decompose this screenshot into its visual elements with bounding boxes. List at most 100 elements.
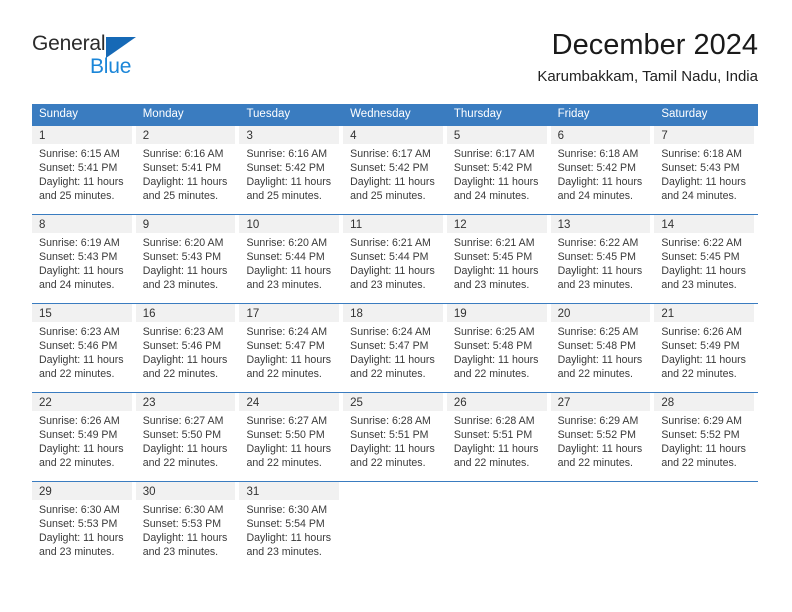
sunrise-text: Sunrise: 6:18 AM [661, 148, 742, 160]
day-number: 1 [39, 130, 46, 142]
day-cell[interactable]: 8 Sunrise: 6:19 AM Sunset: 5:43 PM Dayli… [32, 215, 136, 303]
sunrise-text: Sunrise: 6:27 AM [246, 415, 328, 427]
daylight-text: Daylight: 11 hours and 23 minutes. [453, 265, 539, 291]
sunset-text: Sunset: 5:50 PM [142, 429, 222, 441]
day-number-band: 3 [239, 126, 340, 144]
day-number: 25 [350, 397, 363, 409]
sunset-text: Sunset: 5:52 PM [661, 429, 740, 441]
sunrise-text: Sunrise: 6:23 AM [39, 326, 120, 338]
day-number: 21 [661, 308, 675, 320]
day-cell[interactable]: 29 Sunrise: 6:30 AM Sunset: 5:53 PM Dayl… [32, 482, 136, 570]
day-cell[interactable]: 7 Sunrise: 6:18 AM Sunset: 5:43 PM Dayli… [654, 126, 758, 214]
sunrise-text: Sunrise: 6:26 AM [661, 326, 742, 338]
weekday-header-thursday: Thursday [453, 108, 502, 120]
day-number-band: 15 [32, 304, 132, 322]
day-number: 24 [246, 397, 260, 409]
day-number: 17 [246, 308, 260, 320]
sunset-text: Sunset: 5:50 PM [246, 429, 325, 441]
sunrise-text: Sunrise: 6:22 AM [557, 237, 639, 249]
general-blue-logo: General Blue [32, 32, 162, 88]
sunrise-text: Sunrise: 6:24 AM [350, 326, 431, 338]
day-cell[interactable]: 26 Sunrise: 6:28 AM Sunset: 5:51 PM Dayl… [446, 393, 551, 481]
day-number: 7 [661, 130, 668, 142]
sunrise-text: Sunrise: 6:24 AM [246, 326, 328, 338]
day-cell[interactable]: 20 Sunrise: 6:25 AM Sunset: 5:48 PM Dayl… [550, 304, 655, 392]
day-details: Sunrise: 6:30 AM Sunset: 5:53 PM Dayligh… [32, 500, 132, 559]
day-cell[interactable]: 3 Sunrise: 6:16 AM Sunset: 5:42 PM Dayli… [239, 126, 343, 214]
day-number-band: 28 [654, 393, 755, 411]
daylight-text: Daylight: 11 hours and 23 minutes. [246, 265, 332, 291]
day-number-band: 7 [654, 126, 755, 144]
sunrise-text: Sunrise: 6:17 AM [453, 148, 535, 160]
week-row: 15 Sunrise: 6:23 AM Sunset: 5:46 PM Dayl… [32, 303, 758, 392]
sunrise-text: Sunrise: 6:19 AM [39, 237, 120, 249]
sunset-text: Sunset: 5:42 PM [453, 162, 533, 174]
sunrise-text: Sunrise: 6:21 AM [350, 237, 431, 249]
daylight-text: Daylight: 11 hours and 23 minutes. [661, 265, 746, 291]
day-details: Sunrise: 6:18 AM Sunset: 5:43 PM Dayligh… [654, 144, 754, 203]
day-cell[interactable]: 22 Sunrise: 6:26 AM Sunset: 5:49 PM Dayl… [32, 393, 136, 481]
day-cell[interactable]: 31 Sunrise: 6:30 AM Sunset: 5:54 PM Dayl… [239, 482, 343, 570]
day-cell[interactable]: 9 Sunrise: 6:20 AM Sunset: 5:43 PM Dayli… [135, 215, 240, 303]
daylight-text: Daylight: 11 hours and 23 minutes. [39, 532, 124, 558]
day-cell-empty [654, 482, 758, 570]
day-number-band: 6 [550, 126, 651, 144]
day-cell[interactable]: 10 Sunrise: 6:20 AM Sunset: 5:44 PM Dayl… [239, 215, 343, 303]
day-number-band: 12 [446, 215, 547, 233]
day-cell[interactable]: 6 Sunrise: 6:18 AM Sunset: 5:42 PM Dayli… [550, 126, 655, 214]
weekday-header-tuesday: Tuesday [246, 108, 291, 120]
day-cell[interactable]: 4 Sunrise: 6:17 AM Sunset: 5:42 PM Dayli… [343, 126, 447, 214]
day-number-band: 4 [343, 126, 443, 144]
day-cell[interactable]: 2 Sunrise: 6:16 AM Sunset: 5:41 PM Dayli… [135, 126, 240, 214]
day-cell[interactable]: 25 Sunrise: 6:28 AM Sunset: 5:51 PM Dayl… [343, 393, 447, 481]
day-cell[interactable]: 13 Sunrise: 6:22 AM Sunset: 5:45 PM Dayl… [550, 215, 655, 303]
day-cell[interactable]: 30 Sunrise: 6:30 AM Sunset: 5:53 PM Dayl… [135, 482, 240, 570]
day-cell[interactable]: 14 Sunrise: 6:22 AM Sunset: 5:45 PM Dayl… [654, 215, 758, 303]
day-number: 31 [246, 486, 260, 498]
day-cell[interactable]: 5 Sunrise: 6:17 AM Sunset: 5:42 PM Dayli… [446, 126, 551, 214]
sunset-text: Sunset: 5:41 PM [39, 162, 118, 174]
day-details: Sunrise: 6:28 AM Sunset: 5:51 PM Dayligh… [343, 411, 443, 470]
calendar-grid: Sunday Monday Tuesday Wednesday Thursday… [32, 104, 758, 570]
day-cell[interactable]: 23 Sunrise: 6:27 AM Sunset: 5:50 PM Dayl… [135, 393, 240, 481]
daylight-text: Daylight: 11 hours and 22 minutes. [350, 443, 435, 469]
sunset-text: Sunset: 5:51 PM [350, 429, 429, 441]
day-details: Sunrise: 6:26 AM Sunset: 5:49 PM Dayligh… [32, 411, 132, 470]
sunrise-text: Sunrise: 6:26 AM [39, 415, 120, 427]
day-cell[interactable]: 24 Sunrise: 6:27 AM Sunset: 5:50 PM Dayl… [239, 393, 343, 481]
day-number: 11 [350, 219, 363, 231]
day-details: Sunrise: 6:18 AM Sunset: 5:42 PM Dayligh… [551, 144, 651, 203]
day-cell[interactable]: 18 Sunrise: 6:24 AM Sunset: 5:47 PM Dayl… [343, 304, 447, 392]
day-cell[interactable]: 15 Sunrise: 6:23 AM Sunset: 5:46 PM Dayl… [32, 304, 136, 392]
day-details: Sunrise: 6:25 AM Sunset: 5:48 PM Dayligh… [447, 322, 547, 381]
daylight-text: Daylight: 11 hours and 22 minutes. [142, 354, 228, 380]
day-number-band: 14 [654, 215, 755, 233]
day-cell[interactable]: 1 Sunrise: 6:15 AM Sunset: 5:41 PM Dayli… [32, 126, 136, 214]
day-details: Sunrise: 6:29 AM Sunset: 5:52 PM Dayligh… [654, 411, 754, 470]
sunset-text: Sunset: 5:53 PM [39, 518, 118, 530]
day-cell[interactable]: 21 Sunrise: 6:26 AM Sunset: 5:49 PM Dayl… [654, 304, 758, 392]
day-cell[interactable]: 19 Sunrise: 6:25 AM Sunset: 5:48 PM Dayl… [446, 304, 551, 392]
sunset-text: Sunset: 5:43 PM [661, 162, 740, 174]
day-cell[interactable]: 16 Sunrise: 6:23 AM Sunset: 5:46 PM Dayl… [135, 304, 240, 392]
sunrise-text: Sunrise: 6:30 AM [142, 504, 224, 516]
sunset-text: Sunset: 5:42 PM [246, 162, 325, 174]
sunrise-text: Sunrise: 6:20 AM [246, 237, 328, 249]
day-details: Sunrise: 6:27 AM Sunset: 5:50 PM Dayligh… [136, 411, 236, 470]
day-details: Sunrise: 6:28 AM Sunset: 5:51 PM Dayligh… [447, 411, 547, 470]
day-cell[interactable]: 28 Sunrise: 6:29 AM Sunset: 5:52 PM Dayl… [654, 393, 758, 481]
sunrise-text: Sunrise: 6:27 AM [142, 415, 224, 427]
day-number: 28 [661, 397, 675, 409]
sunrise-text: Sunrise: 6:30 AM [39, 504, 120, 516]
day-cell[interactable]: 12 Sunrise: 6:21 AM Sunset: 5:45 PM Dayl… [446, 215, 551, 303]
daylight-text: Daylight: 11 hours and 25 minutes. [350, 176, 435, 202]
day-cell[interactable]: 17 Sunrise: 6:24 AM Sunset: 5:47 PM Dayl… [239, 304, 343, 392]
week-row: 29 Sunrise: 6:30 AM Sunset: 5:53 PM Dayl… [32, 481, 758, 570]
day-cell[interactable]: 27 Sunrise: 6:29 AM Sunset: 5:52 PM Dayl… [550, 393, 655, 481]
day-details: Sunrise: 6:16 AM Sunset: 5:42 PM Dayligh… [239, 144, 339, 203]
sunrise-text: Sunrise: 6:18 AM [557, 148, 639, 160]
sunset-text: Sunset: 5:51 PM [453, 429, 533, 441]
day-number-band: 25 [343, 393, 443, 411]
day-cell[interactable]: 11 Sunrise: 6:21 AM Sunset: 5:44 PM Dayl… [343, 215, 447, 303]
day-number-band [343, 482, 443, 500]
